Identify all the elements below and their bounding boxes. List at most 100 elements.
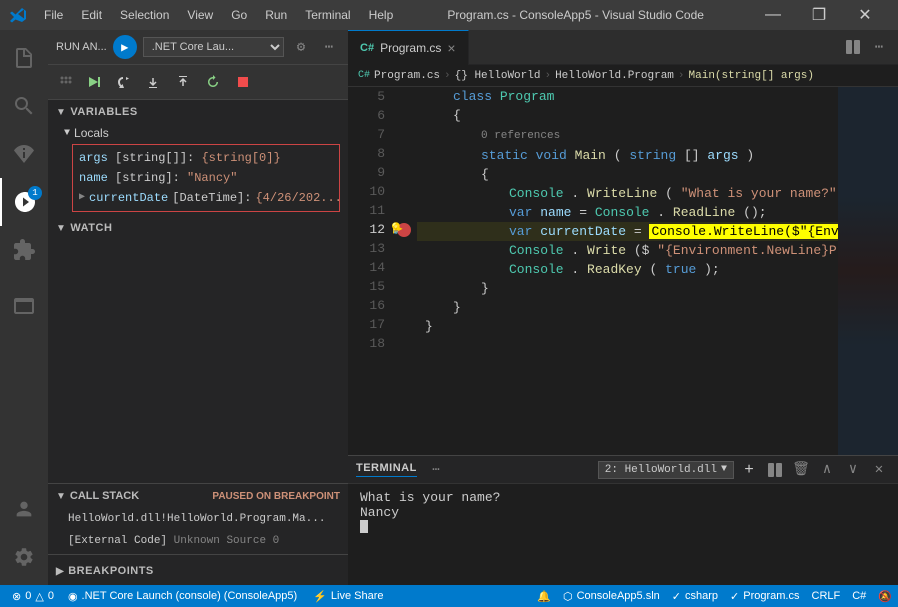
var-name-date: currentDate — [89, 188, 168, 208]
code-content[interactable]: class Program { 0 references — [417, 87, 838, 455]
settings-icon[interactable] — [0, 533, 48, 581]
step-over-button[interactable] — [110, 69, 136, 95]
sidebar-item-extensions[interactable] — [0, 226, 48, 274]
status-file[interactable]: ✓ Program.cs — [724, 585, 805, 607]
error-warning-icon: ⊗ — [12, 590, 21, 603]
var-type-name: [string]: — [115, 171, 187, 185]
debug-config-selector[interactable]: .NET Core Lau... — [143, 37, 284, 57]
locals-group-header[interactable]: ▼ Locals — [48, 124, 348, 142]
terminal-selector-group[interactable]: 2: HelloWorld.dll ▼ — [598, 461, 734, 479]
breakpoints-header[interactable]: ▶ BREAKPOINTS — [48, 559, 348, 581]
window-title: Program.cs - ConsoleApp5 - Visual Studio… — [401, 8, 750, 22]
terminal-content[interactable]: What is your name? Nancy — [348, 484, 898, 585]
status-lang-cs[interactable]: C# — [846, 585, 872, 607]
status-bell[interactable]: 🔕 — [872, 585, 898, 607]
line-num-14: 14 — [348, 258, 385, 277]
call-stack-item-1[interactable]: [External Code] Unknown Source 0 — [48, 530, 348, 552]
main-layout: 1 RUN A — [0, 30, 898, 585]
status-lang[interactable]: ✓ csharp — [666, 585, 724, 607]
status-bar-left: ⊗ 0 △ 0 ◉ .NET Core Launch (console) (Co… — [0, 585, 303, 607]
line-num-13: 13 — [348, 239, 385, 258]
file-check-icon: ✓ — [730, 590, 739, 603]
var-value-date: {4/26/202... — [255, 188, 341, 208]
watch-section-header[interactable]: ▼ WATCH — [48, 216, 348, 238]
restart-button[interactable] — [200, 69, 226, 95]
menu-terminal[interactable]: Terminal — [297, 6, 358, 24]
continue-button[interactable] — [80, 69, 106, 95]
breadcrumb-class[interactable]: HelloWorld.Program — [555, 70, 674, 82]
sidebar-item-explorer[interactable] — [0, 34, 48, 82]
menu-view[interactable]: View — [179, 6, 221, 24]
terminal-selector-label: 2: HelloWorld.dll — [605, 464, 717, 476]
panel-down-button[interactable]: ∨ — [842, 459, 864, 481]
code-line-6: { — [417, 106, 838, 125]
minimize-button[interactable]: — — [750, 0, 796, 30]
code-editor[interactable]: 5 6 7 8 9 10 11 12 13 14 15 16 17 18 — [348, 87, 898, 455]
status-bar-right: 🔔 ⬡ ConsoleApp5.sln ✓ csharp ✓ Program.c… — [531, 585, 898, 607]
warning-count: 0 — [48, 590, 54, 602]
var-value-name: "Nancy" — [187, 171, 237, 185]
breakpoints-title: BREAKPOINTS — [68, 565, 154, 577]
menu-selection[interactable]: Selection — [112, 6, 177, 24]
editor-tab-program[interactable]: C# Program.cs × — [348, 30, 469, 65]
maximize-button[interactable]: ❐ — [796, 0, 842, 30]
code-line-12: var currentDate = Console.WriteLine($"{E… — [417, 222, 838, 241]
panel-up-button[interactable]: ∧ — [816, 459, 838, 481]
status-sln[interactable]: ⬡ ConsoleApp5.sln — [557, 585, 666, 607]
debug-more-button[interactable]: ⋯ — [318, 36, 340, 58]
stop-button[interactable] — [230, 69, 256, 95]
breadcrumb-file[interactable]: Program.cs — [374, 70, 440, 82]
split-terminal-button[interactable] — [764, 459, 786, 481]
split-editor-button[interactable] — [842, 36, 864, 58]
status-liveshare[interactable]: ⚡ Live Share — [307, 585, 389, 607]
terminal-tab-label[interactable]: TERMINAL — [356, 462, 417, 477]
code-line-11: var name = Console . ReadLine (); — [417, 203, 838, 222]
account-icon[interactable] — [0, 485, 48, 533]
step-out-button[interactable] — [170, 69, 196, 95]
tab-close-icon[interactable]: × — [447, 40, 455, 56]
menu-go[interactable]: Go — [223, 6, 255, 24]
status-errors[interactable]: ⊗ 0 △ 0 — [6, 585, 60, 607]
sidebar-item-remote[interactable] — [0, 282, 48, 330]
variables-section-header[interactable]: ▼ VARIABLES — [48, 100, 348, 122]
menu-edit[interactable]: Edit — [73, 6, 110, 24]
call-stack-header[interactable]: ▼ CALL STACK PAUSED ON BREAKPOINT — [48, 484, 348, 506]
local-var-date[interactable]: ▶ currentDate [DateTime]: {4/26/202... — [79, 188, 333, 208]
breadcrumb-namespace[interactable]: {} HelloWorld — [455, 70, 541, 82]
code-line-8: static void Main ( string [] args ) — [417, 146, 838, 165]
var-type-args: [string[]]: — [115, 151, 201, 165]
status-crlf[interactable]: CRLF — [806, 585, 847, 607]
status-debug-config[interactable]: ◉ .NET Core Launch (console) (ConsoleApp… — [62, 585, 303, 607]
lightbulb-icon[interactable]: 💡 — [389, 221, 403, 240]
vscode-logo — [10, 7, 26, 23]
start-debug-button[interactable]: ▶ — [113, 35, 137, 59]
step-into-button[interactable] — [140, 69, 166, 95]
debug-settings-button[interactable]: ⚙ — [290, 36, 312, 58]
breadcrumb-method[interactable]: Main(string[] args) — [689, 70, 814, 82]
sidebar-item-search[interactable] — [0, 82, 48, 130]
sidebar-item-source-control[interactable] — [0, 130, 48, 178]
menu-file[interactable]: File — [36, 6, 71, 24]
terminal-panel: TERMINAL ⋯ 2: HelloWorld.dll ▼ + 🗑 ∧ ∨ ✕ — [348, 455, 898, 585]
sidebar-item-debug[interactable]: 1 — [0, 178, 48, 226]
terminal-output-0: What is your name? — [360, 490, 886, 505]
delete-terminal-button[interactable]: 🗑 — [790, 459, 812, 481]
breakpoints-collapse-arrow: ▶ — [56, 566, 64, 577]
close-panel-button[interactable]: ✕ — [868, 459, 890, 481]
local-var-name[interactable]: name [string]: "Nancy" — [79, 168, 333, 188]
more-actions-button[interactable]: ⋯ — [868, 36, 890, 58]
callstack-title: CALL STACK — [70, 490, 139, 502]
terminal-more-button[interactable]: ⋯ — [425, 459, 447, 481]
terminal-cursor — [360, 520, 368, 533]
new-terminal-button[interactable]: + — [738, 459, 760, 481]
status-errors-right[interactable]: 🔔 — [531, 585, 557, 607]
menu-run[interactable]: Run — [257, 6, 295, 24]
call-stack-item-0[interactable]: HelloWorld.dll!HelloWorld.Program.Ma... — [48, 508, 348, 530]
terminal-output-1: Nancy — [360, 505, 886, 520]
local-var-args[interactable]: args [string[]]: {string[0]} — [79, 148, 333, 168]
line-num-11: 11 — [348, 201, 385, 220]
terminal-selector-arrow: ▼ — [721, 464, 727, 475]
close-button[interactable]: ✕ — [842, 0, 888, 30]
watch-title: WATCH — [70, 222, 112, 234]
menu-help[interactable]: Help — [361, 6, 402, 24]
